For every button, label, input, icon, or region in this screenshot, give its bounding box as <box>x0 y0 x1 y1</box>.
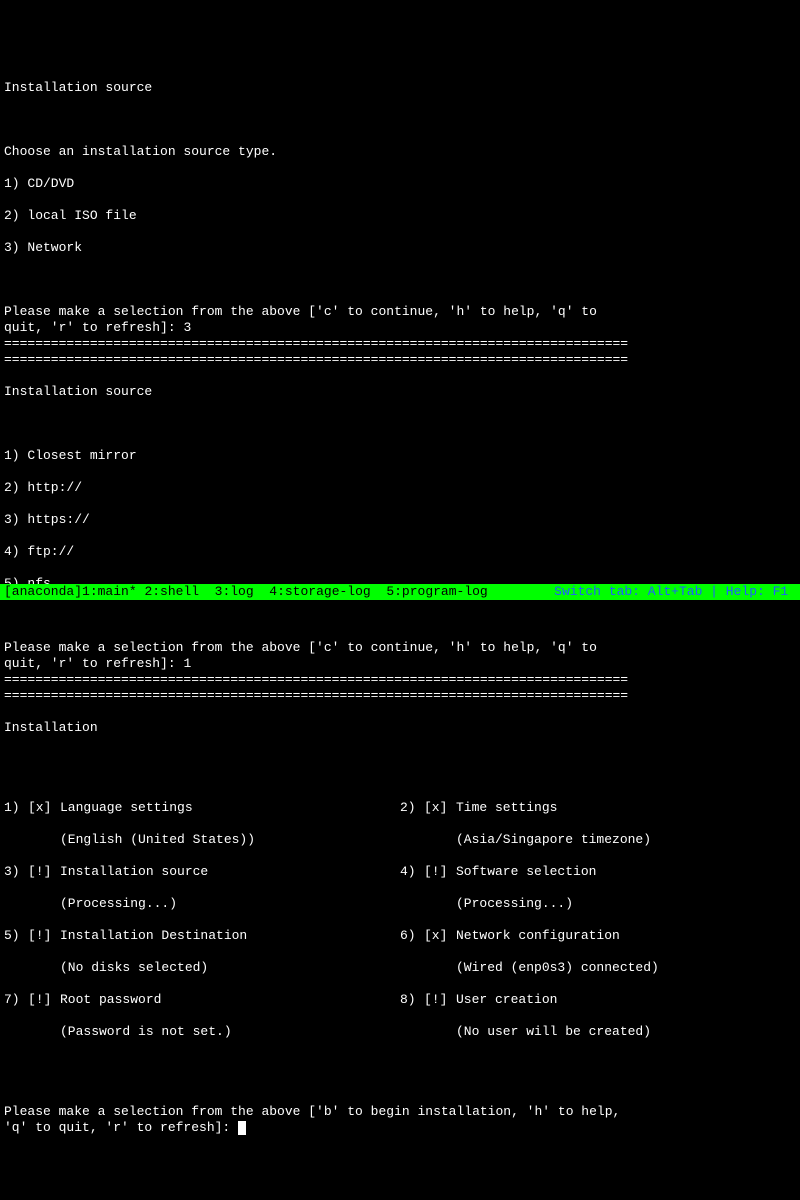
menu-item-destination-sub: (No disks selected) <box>4 960 400 976</box>
blank <box>4 112 796 128</box>
cursor-icon <box>238 1121 246 1135</box>
tab-storage-log[interactable]: 4:storage-log <box>269 584 370 599</box>
section1-title: Installation source <box>4 80 796 96</box>
section2-opt-1[interactable]: 1) Closest mirror <box>4 448 796 464</box>
menu-item-time[interactable]: 2)[x]Time settings <box>400 800 796 816</box>
tab-shell[interactable]: 2:shell <box>144 584 199 599</box>
section1-prompt: Please make a selection from the above [… <box>4 304 597 335</box>
tab-main[interactable]: 1:main* <box>82 584 137 599</box>
menu-item-user-sub: (No user will be created) <box>400 1024 796 1040</box>
menu-item-language[interactable]: 1)[x]Language settings <box>4 800 400 816</box>
help-hint: Switch tab: Alt+Tab | Help: F1 <box>554 584 796 600</box>
menu-item-destination[interactable]: 5)[!]Installation Destination <box>4 928 400 944</box>
menu-item-source[interactable]: 3)[!]Installation source <box>4 864 400 880</box>
divider: ========================================… <box>4 336 796 368</box>
blank <box>4 1072 796 1088</box>
divider: ========================================… <box>4 672 796 704</box>
section3-title: Installation <box>4 720 796 736</box>
blank <box>4 272 796 288</box>
section2-prompt: Please make a selection from the above [… <box>4 640 597 671</box>
session-name: [anaconda] <box>4 584 82 599</box>
section1-entered[interactable]: 3 <box>183 320 191 335</box>
section2-entered[interactable]: 1 <box>183 656 191 671</box>
section2-title: Installation source <box>4 384 796 400</box>
section2-opt-2[interactable]: 2) http:// <box>4 480 796 496</box>
tab-program-log[interactable]: 5:program-log <box>386 584 487 599</box>
section2-opt-3[interactable]: 3) https:// <box>4 512 796 528</box>
section1-opt-1[interactable]: 1) CD/DVD <box>4 176 796 192</box>
menu-item-network[interactable]: 6)[x]Network configuration <box>400 928 796 944</box>
menu-item-user[interactable]: 8)[!]User creation <box>400 992 796 1008</box>
menu-item-source-sub: (Processing...) <box>4 896 400 912</box>
tab-log[interactable]: 3:log <box>215 584 254 599</box>
blank <box>4 608 796 624</box>
tmux-tabs[interactable]: [anaconda]1:main* 2:shell 3:log 4:storag… <box>4 584 488 600</box>
blank <box>4 752 796 768</box>
section1-instruction: Choose an installation source type. <box>4 144 796 160</box>
section3-prompt[interactable]: Please make a selection from the above [… <box>4 1104 620 1135</box>
status-bar: [anaconda]1:main* 2:shell 3:log 4:storag… <box>0 584 800 600</box>
menu-item-network-sub: (Wired (enp0s3) connected) <box>400 960 796 976</box>
menu-item-rootpw[interactable]: 7)[!]Root password <box>4 992 400 1008</box>
menu-item-language-sub: (English (United States)) <box>4 832 400 848</box>
section2-opt-4[interactable]: 4) ftp:// <box>4 544 796 560</box>
section1-opt-3[interactable]: 3) Network <box>4 240 796 256</box>
menu-item-software-sub: (Processing...) <box>400 896 796 912</box>
menu-item-time-sub: (Asia/Singapore timezone) <box>400 832 796 848</box>
section1-opt-2[interactable]: 2) local ISO file <box>4 208 796 224</box>
menu-item-software[interactable]: 4)[!]Software selection <box>400 864 796 880</box>
blank <box>4 416 796 432</box>
menu-item-rootpw-sub: (Password is not set.) <box>4 1024 400 1040</box>
